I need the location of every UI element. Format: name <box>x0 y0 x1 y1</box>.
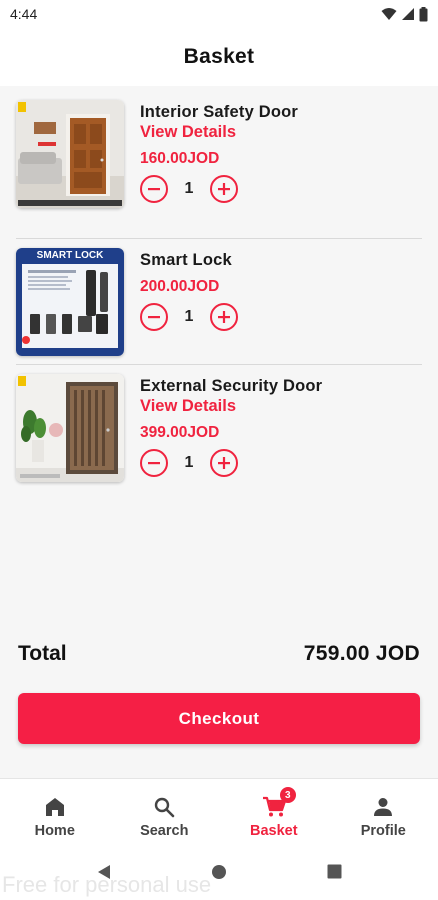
basket-item: Interior Safety Door View Details 160.00… <box>0 90 438 238</box>
increase-quantity-button[interactable] <box>210 303 238 331</box>
item-info: Smart Lock 200.00JOD 1 <box>140 248 238 364</box>
quantity-value: 1 <box>184 180 194 197</box>
nav-item-profile[interactable]: Profile <box>329 779 438 848</box>
decrease-quantity-button[interactable] <box>140 303 168 331</box>
item-name: External Security Door <box>140 377 323 395</box>
status-icons <box>381 6 428 22</box>
back-icon[interactable] <box>97 864 111 885</box>
checkout-button[interactable]: Checkout <box>18 693 420 744</box>
app-header: Basket <box>0 28 438 86</box>
item-price: 160.00JOD <box>140 150 220 167</box>
view-details-link[interactable]: View Details <box>140 122 298 142</box>
plus-icon <box>218 183 230 195</box>
quantity-stepper: 1 <box>140 303 238 331</box>
page-title: Basket <box>183 45 255 68</box>
nav-item-search[interactable]: Search <box>110 779 220 848</box>
cart-icon: 3 <box>262 787 296 819</box>
home-icon <box>44 795 66 819</box>
decrease-quantity-button[interactable] <box>140 175 168 203</box>
increase-quantity-button[interactable] <box>210 449 238 477</box>
quantity-stepper: 1 <box>140 449 322 477</box>
total-row: Total 759.00 JOD <box>18 642 420 666</box>
product-image-interior-door[interactable] <box>16 100 124 208</box>
system-nav-bar <box>0 848 438 900</box>
quantity-value: 1 <box>184 308 194 325</box>
smart-lock-image-text: SMART LOCK <box>37 250 104 261</box>
nav-label: Basket <box>249 823 298 839</box>
total-label: Total <box>18 642 67 665</box>
status-bar: 4:44 <box>0 0 438 28</box>
minus-icon <box>148 462 160 465</box>
minus-icon <box>148 188 160 191</box>
product-image-external-door[interactable] <box>16 374 124 482</box>
nav-label: Search <box>140 823 189 839</box>
signal-icon <box>402 8 414 20</box>
plus-icon <box>218 311 230 323</box>
product-image-smart-lock[interactable]: SMART LOCK <box>16 248 124 356</box>
basket-item-list: Interior Safety Door View Details 160.00… <box>0 90 438 512</box>
status-time: 4:44 <box>10 6 38 22</box>
decrease-quantity-button[interactable] <box>140 449 168 477</box>
quantity-value: 1 <box>184 454 194 471</box>
view-details-link[interactable]: View Details <box>140 396 322 416</box>
total-value: 759.00 JOD <box>303 642 420 665</box>
item-info: External Security Door View Details 399.… <box>140 374 322 512</box>
minus-icon <box>148 316 160 319</box>
quantity-stepper: 1 <box>140 175 298 203</box>
nav-label: Profile <box>360 823 406 839</box>
increase-quantity-button[interactable] <box>210 175 238 203</box>
plus-icon <box>218 457 230 469</box>
item-price: 399.00JOD <box>140 424 220 441</box>
recents-icon[interactable] <box>327 864 342 884</box>
home-circle-icon[interactable] <box>211 864 227 885</box>
item-name: Smart Lock <box>140 251 232 269</box>
nav-item-home[interactable]: Home <box>0 779 110 848</box>
item-info: Interior Safety Door View Details 160.00… <box>140 100 298 238</box>
basket-item: SMART LOCK Smart Lock 200.00JOD 1 <box>0 238 438 364</box>
basket-count-badge: 3 <box>279 787 296 803</box>
person-icon <box>372 795 394 819</box>
nav-item-basket[interactable]: 3 Basket <box>219 779 329 848</box>
basket-item: External Security Door View Details 399.… <box>0 364 438 512</box>
bottom-nav: Home Search 3 Basket Profile <box>0 778 438 848</box>
item-name: Interior Safety Door <box>140 103 299 121</box>
battery-icon <box>419 6 428 21</box>
search-icon <box>153 795 175 819</box>
nav-label: Home <box>34 823 75 839</box>
wifi-icon <box>381 8 397 20</box>
item-price: 200.00JOD <box>140 278 220 295</box>
